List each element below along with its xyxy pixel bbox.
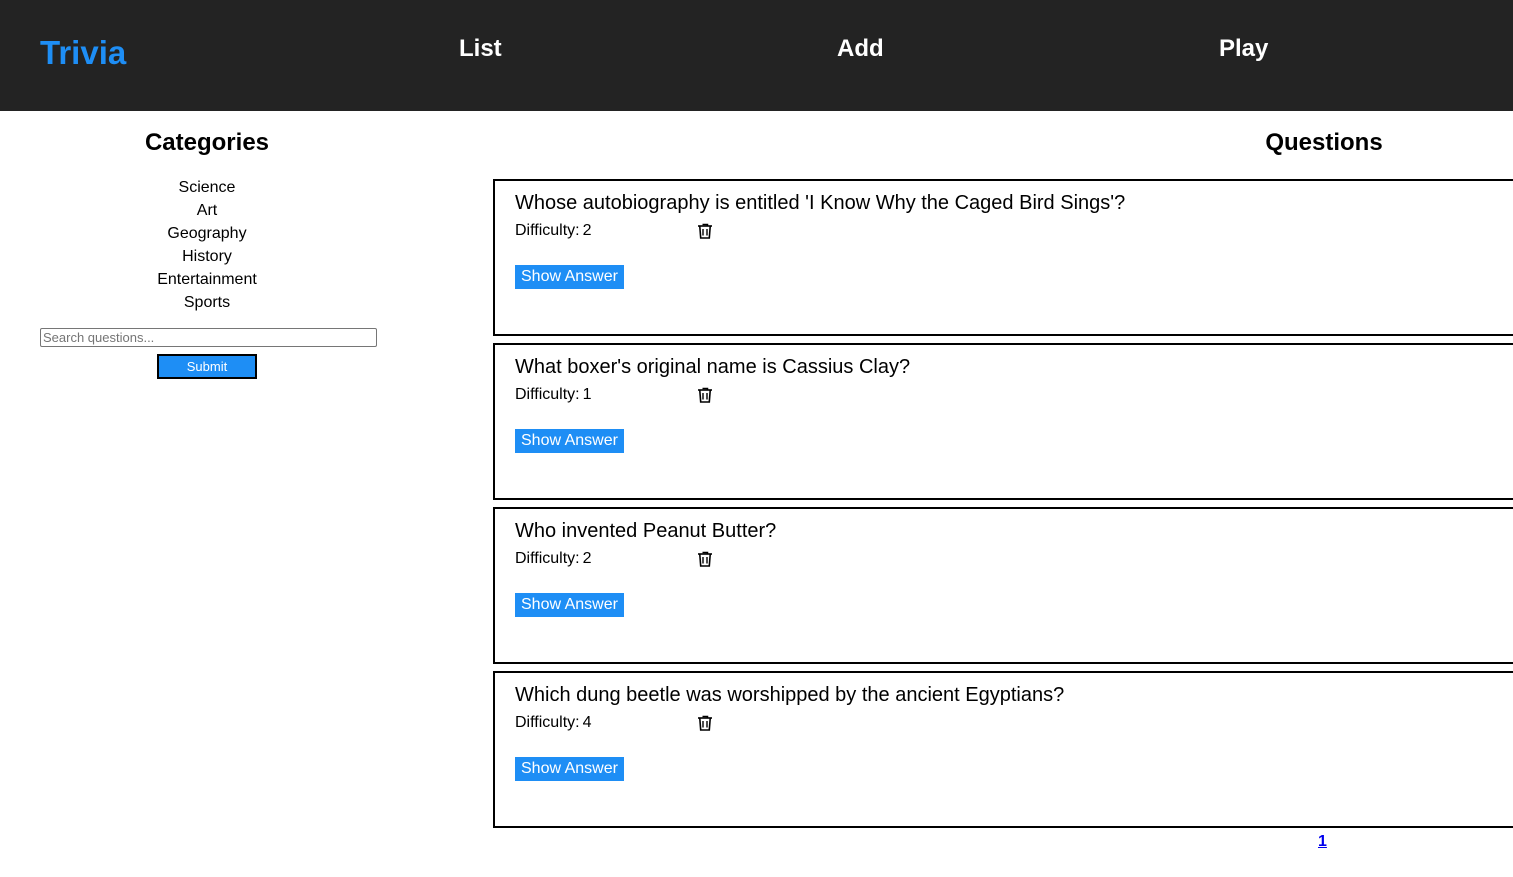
question-difficulty: Difficulty: 4 (515, 713, 592, 733)
trash-icon[interactable] (696, 550, 714, 568)
question-card: Which dung beetle was worshipped by the … (493, 671, 1513, 828)
nav-play-link[interactable]: Play (1219, 35, 1268, 63)
question-difficulty: Difficulty: 1 (515, 385, 592, 405)
category-item-science[interactable]: Science (0, 176, 414, 199)
show-answer-button[interactable]: Show Answer (515, 265, 624, 289)
category-item-sports[interactable]: Sports (0, 291, 414, 314)
question-text: Whose autobiography is entitled 'I Know … (515, 192, 1126, 214)
question-card: Whose autobiography is entitled 'I Know … (493, 179, 1513, 336)
pagination-page-1[interactable]: 1 (1318, 833, 1327, 851)
show-answer-button[interactable]: Show Answer (515, 593, 624, 617)
difficulty-value: 2 (582, 222, 592, 239)
difficulty-label: Difficulty: (515, 714, 580, 731)
header-bar: Trivia List Add Play (0, 0, 1513, 111)
difficulty-label: Difficulty: (515, 222, 580, 239)
category-item-entertainment[interactable]: Entertainment (0, 268, 414, 291)
question-text: What boxer's original name is Cassius Cl… (515, 356, 911, 378)
question-card: What boxer's original name is Cassius Cl… (493, 343, 1513, 500)
categories-title: Categories (144, 129, 270, 156)
show-answer-button[interactable]: Show Answer (515, 429, 624, 453)
app-logo[interactable]: Trivia (40, 34, 126, 72)
category-item-art[interactable]: Art (0, 199, 414, 222)
question-difficulty: Difficulty: 2 (515, 549, 592, 569)
search-submit-button[interactable]: Submit (157, 354, 257, 379)
search-input[interactable] (40, 328, 377, 347)
difficulty-value: 1 (582, 386, 592, 403)
question-card: Who invented Peanut Butter? Difficulty: 2… (493, 507, 1513, 664)
trash-icon[interactable] (696, 714, 714, 732)
category-item-history[interactable]: History (0, 245, 414, 268)
difficulty-value: 4 (582, 714, 592, 731)
trash-icon[interactable] (696, 222, 714, 240)
nav-add-link[interactable]: Add (837, 35, 884, 63)
nav-list-link[interactable]: List (459, 35, 502, 63)
category-list: Science Art Geography History Entertainm… (0, 176, 414, 314)
difficulty-label: Difficulty: (515, 386, 580, 403)
trash-icon[interactable] (696, 386, 714, 404)
difficulty-value: 2 (582, 550, 592, 567)
question-difficulty: Difficulty: 2 (515, 221, 592, 241)
question-text: Which dung beetle was worshipped by the … (515, 684, 1065, 706)
difficulty-label: Difficulty: (515, 550, 580, 567)
questions-title: Questions (1265, 129, 1383, 156)
show-answer-button[interactable]: Show Answer (515, 757, 624, 781)
question-text: Who invented Peanut Butter? (515, 520, 777, 542)
category-item-geography[interactable]: Geography (0, 222, 414, 245)
